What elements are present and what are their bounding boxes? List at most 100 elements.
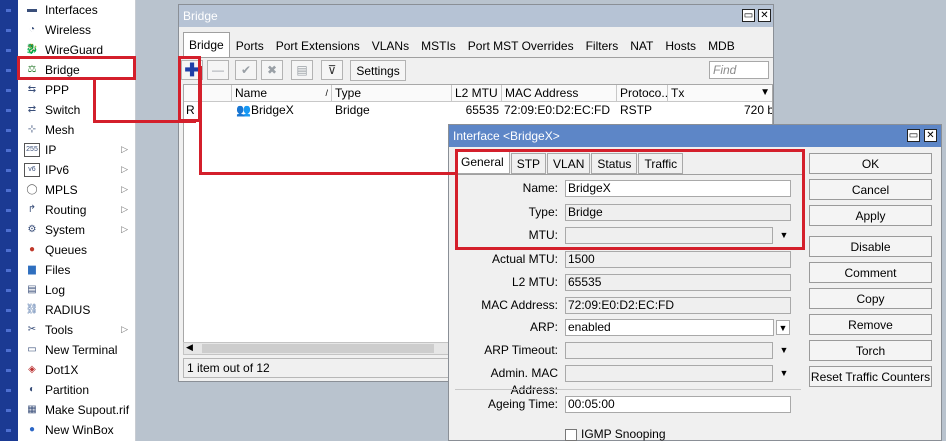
- column-header-protocol[interactable]: Protoco...: [617, 85, 671, 102]
- sidebar-item-files[interactable]: ▆ Files: [18, 260, 136, 280]
- disable-button[interactable]: ✖: [261, 60, 283, 80]
- row-tx: 720 b: [743, 103, 773, 117]
- mpls-icon: ◯: [26, 184, 38, 195]
- sidebar-item-interfaces[interactable]: ▬ Interfaces: [18, 0, 136, 20]
- actual-mtu-label: Actual MTU:: [491, 252, 558, 266]
- column-header-name[interactable]: Name /: [232, 85, 332, 102]
- close-icon[interactable]: ✕: [758, 9, 771, 22]
- arp-dropdown-icon[interactable]: ▼: [776, 320, 790, 335]
- tab-mdb[interactable]: MDB: [702, 35, 741, 57]
- tab-port-mst-overrides[interactable]: Port MST Overrides: [462, 35, 580, 57]
- sidebar-item-routing[interactable]: ↱ Routing ▷: [18, 200, 136, 220]
- sidebar-item-new-winbox[interactable]: ● New WinBox: [18, 420, 136, 440]
- tab-vlans[interactable]: VLANs: [366, 35, 415, 57]
- sidebar-item-queues[interactable]: ● Queues: [18, 240, 136, 260]
- tab-mstis[interactable]: MSTIs: [415, 35, 462, 57]
- arp-timeout-field[interactable]: [565, 342, 773, 359]
- winbox-icon: ●: [28, 424, 36, 435]
- tab-bridge[interactable]: Bridge: [183, 32, 230, 57]
- row-type: Bridge: [335, 103, 370, 117]
- annotation-line: [199, 66, 202, 174]
- column-header-tx[interactable]: Tx ▼: [668, 85, 772, 102]
- l2mtu-field: 65535: [565, 274, 791, 291]
- reset-traffic-counters-button[interactable]: Reset Traffic Counters: [809, 366, 932, 387]
- sidebar-item-mesh[interactable]: ⊹ Mesh: [18, 120, 136, 140]
- supout-icon: ▦: [27, 404, 37, 415]
- scroll-thumb[interactable]: [202, 344, 434, 353]
- column-header-mac[interactable]: MAC Address: [502, 85, 617, 102]
- interface-dialog-title: Interface <BridgeX>: [453, 129, 560, 143]
- bridge-tabbar: Bridge Ports Port Extensions VLANs MSTIs Port…: [183, 32, 741, 57]
- settings-button[interactable]: Settings: [350, 60, 406, 81]
- table-row[interactable]: R 👥 BridgeX Bridge 65535 72:09:E0:D2:EC:…: [184, 103, 773, 118]
- cancel-button[interactable]: Cancel: [809, 179, 932, 200]
- tools-icon: ✂: [27, 324, 37, 335]
- terminal-icon: ▭: [27, 344, 37, 355]
- wireless-icon: ◔: [28, 24, 36, 35]
- add-button-highlight: [178, 56, 201, 122]
- row-l2mtu: 65535: [465, 103, 499, 117]
- column-header-type[interactable]: Type: [332, 85, 452, 102]
- sidebar-item-tools[interactable]: ✂ Tools ▷: [18, 320, 136, 340]
- filter-button[interactable]: ⊽: [321, 60, 343, 80]
- tab-port-extensions[interactable]: Port Extensions: [270, 35, 366, 57]
- sidebar-item-dot1x[interactable]: ◈ Dot1X: [18, 360, 136, 380]
- sidebar-item-label: IP: [45, 143, 57, 157]
- apply-button[interactable]: Apply: [809, 205, 932, 226]
- sidebar-item-radius[interactable]: ⛓ RADIUS: [18, 300, 136, 320]
- remove-button[interactable]: —: [207, 60, 229, 80]
- remove-button[interactable]: Remove: [809, 314, 932, 335]
- tab-ports[interactable]: Ports: [230, 35, 270, 57]
- sidebar-item-label: New Terminal: [45, 343, 118, 357]
- bridge-window-titlebar[interactable]: Bridge ▭ ✕: [179, 5, 773, 27]
- submenu-arrow-icon: ▷: [121, 164, 128, 174]
- copy-button[interactable]: Copy: [809, 288, 932, 309]
- sidebar-item-log[interactable]: ▤ Log: [18, 280, 136, 300]
- tab-nat[interactable]: NAT: [624, 35, 659, 57]
- find-input[interactable]: Find: [709, 61, 769, 79]
- enable-button[interactable]: ✔: [235, 60, 257, 80]
- arp-timeout-dropdown-icon[interactable]: ▼: [777, 343, 791, 358]
- sidebar-item-label: Files: [45, 263, 71, 277]
- close-icon[interactable]: ✕: [924, 129, 937, 142]
- disable-button[interactable]: Disable: [809, 236, 932, 257]
- igmp-snooping-checkbox[interactable]: [565, 429, 577, 441]
- sidebar-item-ipv6[interactable]: v6 IPv6 ▷: [18, 160, 136, 180]
- torch-button[interactable]: Torch: [809, 340, 932, 361]
- maximize-icon[interactable]: ▭: [907, 129, 920, 142]
- mac-address-field: 72:09:E0:D2:EC:FD: [565, 297, 791, 314]
- ageing-time-field[interactable]: 00:05:00: [565, 396, 791, 413]
- queues-icon: ●: [28, 244, 36, 255]
- column-header-l2mtu[interactable]: L2 MTU: [452, 85, 502, 102]
- sidebar-item-ppp[interactable]: ⇆ PPP: [18, 80, 136, 100]
- sidebar-item-system[interactable]: ⚙ System ▷: [18, 220, 136, 240]
- annotation-line: [199, 172, 457, 175]
- ok-button[interactable]: OK: [809, 153, 932, 174]
- routing-icon: ↱: [27, 204, 37, 215]
- admin-mac-field[interactable]: [565, 365, 773, 382]
- admin-mac-dropdown-icon[interactable]: ▼: [777, 366, 791, 381]
- maximize-icon[interactable]: ▭: [742, 9, 755, 22]
- sidebar-item-label: PPP: [45, 83, 70, 97]
- sidebar-item-make-supout-rif[interactable]: ▦ Make Supout.rif: [18, 400, 136, 420]
- interface-dialog-titlebar[interactable]: Interface <BridgeX> ▭ ✕: [449, 125, 941, 147]
- scroll-left-icon[interactable]: ◀: [186, 342, 193, 353]
- sidebar-item-ip[interactable]: 255 IP ▷: [18, 140, 136, 160]
- sidebar-item-partition[interactable]: ◐ Partition: [18, 380, 136, 400]
- sidebar-item-switch[interactable]: ⇄ Switch: [18, 100, 136, 120]
- sidebar-item-mpls[interactable]: ◯ MPLS ▷: [18, 180, 136, 200]
- dot1x-icon: ◈: [28, 364, 36, 375]
- sidebar-item-new-terminal[interactable]: ▭ New Terminal: [18, 340, 136, 360]
- sidebar-item-wireless[interactable]: ◔ Wireless: [18, 20, 136, 40]
- radius-icon: ⛓: [25, 304, 39, 315]
- arp-label: ARP:: [529, 320, 558, 334]
- igmp-snooping-label: IGMP Snooping: [581, 427, 666, 441]
- sidebar-item-label: Make Supout.rif: [45, 403, 130, 417]
- comment-button[interactable]: Comment: [809, 262, 932, 283]
- tab-filters[interactable]: Filters: [580, 35, 625, 57]
- tab-hosts[interactable]: Hosts: [659, 35, 702, 57]
- sidebar-item-label: Interfaces: [45, 3, 98, 17]
- arp-select[interactable]: enabled: [565, 319, 774, 336]
- comment-button[interactable]: ▤: [291, 60, 313, 80]
- sidebar-item-label: Queues: [45, 243, 88, 257]
